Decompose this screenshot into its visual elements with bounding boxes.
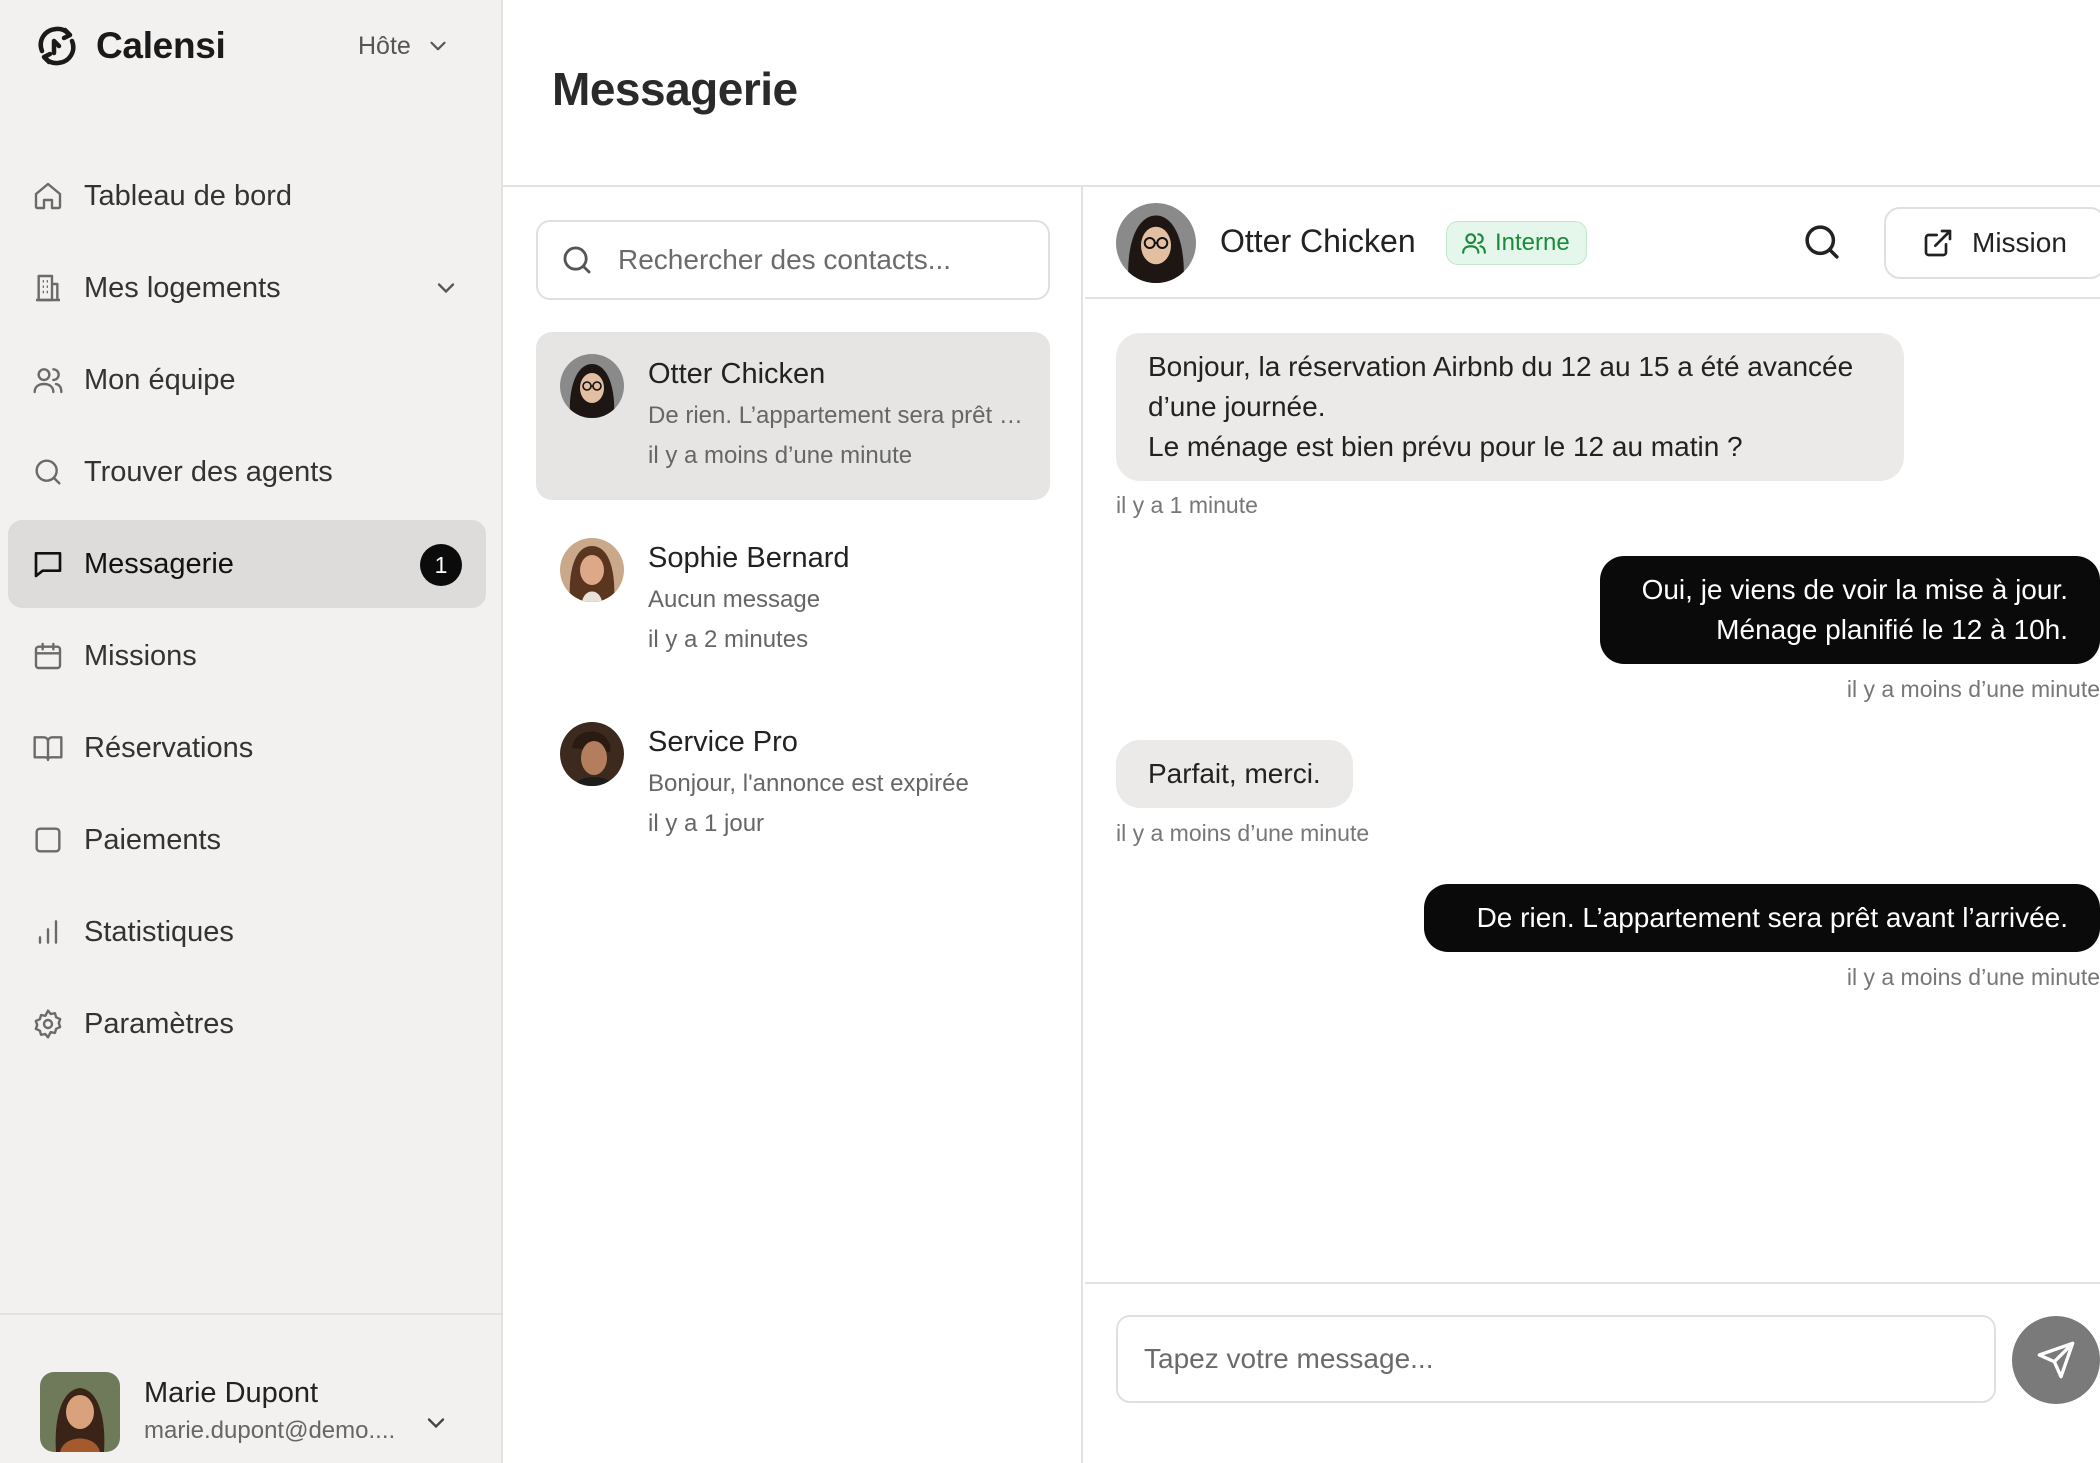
book-open-icon [32, 732, 64, 764]
message-line: d’une journée. [1148, 391, 1326, 422]
message-square-icon [32, 548, 64, 580]
chat-panel: Otter Chicken Interne Mission Bonjour, l… [1085, 187, 2100, 1463]
sidebar-item-mes-logements[interactable]: Mes logements [8, 244, 486, 332]
contact-search[interactable] [536, 220, 1050, 300]
sidebar-nav: Tableau de bord Mes logements Mon équipe… [8, 152, 486, 1072]
contact-time: il y a 2 minutes [648, 626, 809, 653]
sidebar: Calensi Hôte Tableau de bord Mes logemen… [0, 0, 503, 1463]
page-title: Messagerie [552, 63, 798, 115]
building-icon [32, 272, 64, 304]
sidebar-item-paiements[interactable]: Paiements [8, 796, 486, 884]
brand[interactable]: Calensi [32, 18, 226, 74]
sidebar-item-trouver-des-agents[interactable]: Trouver des agents [8, 428, 486, 516]
search-input[interactable] [618, 244, 1038, 276]
contact-time: il y a moins d’une minute [648, 442, 913, 469]
sidebar-item-parametres[interactable]: Paramètres [8, 980, 486, 1068]
message-bubble-incoming: Parfait, merci. [1116, 740, 1353, 808]
send-button[interactable] [2012, 1316, 2100, 1404]
sidebar-item-label: Mon équipe [84, 363, 236, 396]
sidebar-item-label: Mes logements [84, 271, 281, 304]
chat-contact-name: Otter Chicken [1220, 223, 1416, 259]
home-icon [32, 180, 64, 212]
search-icon[interactable] [1801, 221, 1843, 263]
avatar [560, 722, 624, 786]
message-line: Bonjour, la réservation Airbnb du 12 au … [1148, 351, 1854, 382]
chevron-down-icon [427, 1418, 445, 1429]
search-icon [32, 456, 64, 488]
sidebar-item-label: Missions [84, 639, 197, 672]
contact-time: il y a 1 jour [648, 810, 765, 837]
internal-tag: Interne [1446, 221, 1587, 265]
mission-button-label: Mission [1972, 227, 2067, 258]
external-link-icon [1924, 229, 1952, 257]
contact-item-service-pro[interactable]: Service Pro Bonjour, l'annonce est expir… [536, 700, 1050, 868]
sidebar-item-messagerie[interactable]: Messagerie 1 [8, 520, 486, 608]
message-timestamp: il y a moins d’une minute [1846, 964, 2100, 990]
sidebar-item-tableau-de-bord[interactable]: Tableau de bord [8, 152, 486, 240]
sidebar-item-label: Messagerie [84, 547, 234, 580]
contact-name: Sophie Bernard [648, 542, 850, 574]
contact-item-otter-chicken[interactable]: Otter Chicken De rien. L’appartement ser… [536, 332, 1050, 500]
contact-name: Service Pro [648, 726, 798, 758]
sidebar-item-label: Paramètres [84, 1007, 234, 1040]
chevron-down-icon [430, 41, 446, 51]
message-input[interactable] [1144, 1343, 1964, 1375]
chevron-down-icon [437, 283, 455, 294]
users-icon [1462, 233, 1486, 254]
bar-chart-icon [32, 916, 64, 948]
message-timestamp: il y a moins d’une minute [1846, 676, 2100, 702]
calensi-logo-icon [38, 26, 76, 66]
role-label: Hôte [358, 31, 411, 60]
chat-header: Otter Chicken Interne Mission [1085, 187, 2100, 299]
user-email: marie.dupont@demo.... [144, 1417, 396, 1444]
contacts-panel: Otter Chicken De rien. L’appartement ser… [503, 187, 1083, 1463]
contact-preview: Aucun message [648, 586, 821, 613]
mission-button[interactable]: Mission [1884, 207, 2100, 279]
sidebar-item-missions[interactable]: Missions [8, 612, 486, 700]
user-name: Marie Dupont [144, 1377, 319, 1409]
sidebar-item-label: Trouver des agents [84, 455, 333, 488]
sidebar-item-mon-equipe[interactable]: Mon équipe [8, 336, 486, 424]
sidebar-item-label: Paiements [84, 823, 222, 856]
tag-label: Interne [1495, 229, 1570, 256]
search-icon [563, 246, 591, 274]
contact-item-sophie-bernard[interactable]: Sophie Bernard Aucun message il y a 2 mi… [536, 516, 1050, 684]
message-line: Ménage planifié le 12 à 10h. [1716, 614, 2068, 645]
message-line: Oui, je viens de voir la mise à jour. [1641, 574, 2068, 605]
contact-preview: De rien. L’appartement sera prêt avant l… [648, 402, 1033, 429]
message-line: De rien. L’appartement sera prêt avant l… [1476, 902, 2068, 933]
send-icon [2037, 1341, 2075, 1379]
users-icon [32, 364, 64, 396]
sidebar-item-label: Statistiques [84, 915, 234, 948]
message-timestamp: il y a moins d’une minute [1116, 820, 1370, 846]
unread-badge: 1 [420, 544, 462, 586]
avatar [560, 538, 624, 602]
message-bubble-incoming: Bonjour, la réservation Airbnb du 12 au … [1116, 333, 1904, 481]
message-bubble-outgoing: De rien. L’appartement sera prêt avant l… [1424, 884, 2100, 952]
sidebar-item-label: Réservations [84, 731, 254, 764]
composer-divider [1085, 1282, 2100, 1284]
contact-name: Otter Chicken [648, 358, 826, 390]
message-composer[interactable] [1116, 1315, 1996, 1403]
message-line: Parfait, merci. [1148, 758, 1321, 789]
role-switcher[interactable]: Hôte [358, 26, 451, 66]
calendar-icon [32, 640, 64, 672]
square-icon [32, 824, 64, 856]
sidebar-item-reservations[interactable]: Réservations [8, 704, 486, 792]
sidebar-item-label: Tableau de bord [84, 179, 292, 212]
message-timestamp: il y a 1 minute [1116, 492, 1258, 518]
brand-name: Calensi [96, 25, 226, 66]
user-menu[interactable]: Marie Dupont marie.dupont@demo.... [0, 1313, 501, 1463]
contact-preview: Bonjour, l'annonce est expirée [648, 770, 969, 797]
message-line: Le ménage est bien prévu pour le 12 au m… [1148, 431, 1743, 462]
sidebar-item-statistiques[interactable]: Statistiques [8, 888, 486, 976]
avatar [560, 354, 624, 418]
settings-icon [32, 1008, 64, 1040]
avatar [40, 1372, 120, 1452]
avatar[interactable] [1116, 203, 1196, 283]
message-bubble-outgoing: Oui, je viens de voir la mise à jour. Mé… [1600, 556, 2100, 664]
